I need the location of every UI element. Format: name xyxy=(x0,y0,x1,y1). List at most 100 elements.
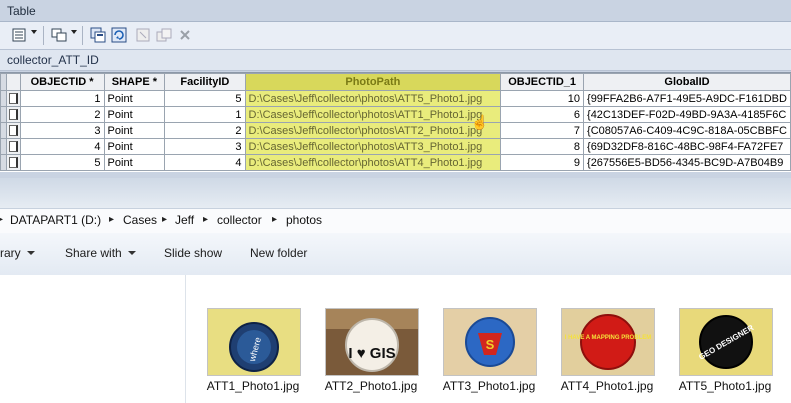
chevron-down-icon xyxy=(127,251,136,255)
share-with-button[interactable]: Share with xyxy=(65,246,136,260)
explorer-command-bar: rary Share with Slide show New folder xyxy=(0,233,791,276)
navigation-pane[interactable] xyxy=(0,275,186,403)
zoom-selected-icon[interactable] xyxy=(155,26,173,44)
cell-shape[interactable]: Point xyxy=(103,106,166,123)
badge-text: I HAVE A MAPPING PROBLEM xyxy=(565,335,651,341)
breadcrumb-item-cases[interactable]: Cases xyxy=(123,213,157,227)
include-in-library-label: rary xyxy=(0,246,21,260)
breadcrumb-arrow-icon[interactable]: ▸ xyxy=(109,214,114,225)
switch-selection-icon[interactable] xyxy=(110,26,128,44)
cell-objectid-1[interactable]: 7 xyxy=(500,122,585,139)
breadcrumb-item-jeff[interactable]: Jeff xyxy=(175,213,194,227)
clear-selection-icon[interactable] xyxy=(134,26,152,44)
cell-facilityid[interactable]: 5 xyxy=(164,90,246,107)
table-row[interactable]: 4 Point 3 D:\Cases\Jeff\collector\photos… xyxy=(0,138,791,155)
cell-photopath[interactable]: D:\Cases\Jeff\collector\photos\ATT4_Phot… xyxy=(244,154,502,171)
cell-objectid-1[interactable]: 9 xyxy=(500,154,585,171)
breadcrumb[interactable]: ▸ DATAPART1 (D:) ▸ Cases ▸ Jeff ▸ collec… xyxy=(0,208,791,234)
breadcrumb-arrow-icon[interactable]: ▸ xyxy=(0,214,3,225)
cell-photopath[interactable]: D:\Cases\Jeff\collector\photos\ATT3_Phot… xyxy=(244,138,502,155)
cell-photopath[interactable]: D:\Cases\Jeff\collector\photos\ATT5_Phot… xyxy=(244,90,502,107)
file-thumbnail[interactable]: I ♥ GIS xyxy=(325,308,419,376)
cell-shape[interactable]: Point xyxy=(103,138,166,155)
cell-facilityid[interactable]: 4 xyxy=(164,154,246,171)
toolbar-separator xyxy=(43,26,44,45)
include-in-library-button[interactable]: rary xyxy=(0,246,35,260)
file-thumbnail[interactable]: GEO DESIGNER xyxy=(679,308,773,376)
cell-globalid[interactable]: {C08057A6-C409-4C9C-818A-05CBBFC xyxy=(583,122,791,139)
cell-objectid[interactable]: 3 xyxy=(19,122,105,139)
related-tables-icon[interactable] xyxy=(50,26,68,44)
new-folder-button[interactable]: New folder xyxy=(250,246,307,260)
cell-objectid[interactable]: 1 xyxy=(19,90,105,107)
cell-globalid[interactable]: {42C13DEF-F02D-49BD-9A3A-4185F6C xyxy=(583,106,791,123)
toolbar-separator xyxy=(82,26,83,45)
explorer-top-band xyxy=(0,178,791,208)
breadcrumb-arrow-icon[interactable]: ▸ xyxy=(272,214,277,225)
table-window-title: Table xyxy=(7,4,36,18)
row-selector[interactable] xyxy=(6,90,21,107)
file-thumbnail[interactable]: I HAVE A MAPPING PROBLEM xyxy=(561,308,655,376)
mouse-cursor-icon: ☝ xyxy=(471,114,489,130)
cell-globalid[interactable]: {69D32DF8-816C-48BC-98F4-FA72FE7 xyxy=(583,138,791,155)
cell-objectid-1[interactable]: 8 xyxy=(500,138,585,155)
table-window-titlebar[interactable]: Table xyxy=(0,0,791,22)
cell-facilityid[interactable]: 3 xyxy=(164,138,246,155)
cell-objectid[interactable]: 4 xyxy=(19,138,105,155)
cell-shape[interactable]: Point xyxy=(103,122,166,139)
column-header-objectid-1[interactable]: OBJECTID_1 xyxy=(500,73,585,91)
slide-show-button[interactable]: Slide show xyxy=(164,246,222,260)
breadcrumb-item-collector[interactable]: collector xyxy=(217,213,262,227)
attribute-table: OBJECTID * SHAPE * FacilityID PhotoPath … xyxy=(0,72,791,173)
table-row[interactable]: 2 Point 1 D:\Cases\Jeff\collector\photos… xyxy=(0,106,791,123)
cell-shape[interactable]: Point xyxy=(103,154,166,171)
table-name: collector_ATT_ID xyxy=(7,53,99,67)
cell-globalid[interactable]: {267556E5-BD56-4345-BC9D-A7B04B9 xyxy=(583,154,791,171)
row-selector[interactable] xyxy=(6,106,21,123)
column-header-photopath[interactable]: PhotoPath xyxy=(244,73,502,91)
table-row[interactable]: 1 Point 5 D:\Cases\Jeff\collector\photos… xyxy=(0,90,791,107)
related-tables-caret-icon[interactable] xyxy=(71,30,77,34)
badge-text: I ♥ GIS xyxy=(348,345,395,362)
table-row[interactable]: 3 Point 2 D:\Cases\Jeff\collector\photos… xyxy=(0,122,791,139)
file-name[interactable]: ATT1_Photo1.jpg xyxy=(198,379,308,393)
file-name[interactable]: ATT3_Photo1.jpg xyxy=(434,379,544,393)
cell-objectid-1[interactable]: 10 xyxy=(500,90,585,107)
column-header-facilityid[interactable]: FacilityID xyxy=(164,73,246,91)
cell-facilityid[interactable]: 2 xyxy=(164,122,246,139)
file-name[interactable]: ATT5_Photo1.jpg xyxy=(670,379,780,393)
breadcrumb-arrow-icon[interactable]: ▸ xyxy=(203,214,208,225)
cell-facilityid[interactable]: 1 xyxy=(164,106,246,123)
table-name-bar: collector_ATT_ID xyxy=(0,50,791,71)
file-name[interactable]: ATT4_Photo1.jpg xyxy=(552,379,662,393)
cell-photopath[interactable]: D:\Cases\Jeff\collector\photos\ATT1_Phot… xyxy=(244,106,502,123)
table-options-icon[interactable] xyxy=(10,26,28,44)
table-options-caret-icon[interactable] xyxy=(31,30,37,34)
column-header-objectid[interactable]: OBJECTID * xyxy=(19,73,105,91)
select-by-attributes-icon[interactable] xyxy=(89,26,107,44)
cell-globalid[interactable]: {99FFA2B6-A7F1-49E5-A9DC-F161DBD xyxy=(583,90,791,107)
cell-photopath[interactable]: D:\Cases\Jeff\collector\photos\ATT2_Phot… xyxy=(244,122,502,139)
table-row[interactable]: 5 Point 4 D:\Cases\Jeff\collector\photos… xyxy=(0,154,791,171)
cell-objectid[interactable]: 2 xyxy=(19,106,105,123)
row-selector[interactable] xyxy=(6,122,21,139)
column-header-shape[interactable]: SHAPE * xyxy=(103,73,166,91)
table-toolbar xyxy=(0,22,791,50)
file-thumbnail[interactable]: where xyxy=(207,308,301,376)
column-header-globalid[interactable]: GlobalID xyxy=(583,73,791,91)
breadcrumb-item-photos[interactable]: photos xyxy=(286,213,322,227)
breadcrumb-arrow-icon[interactable]: ▸ xyxy=(162,214,167,225)
delete-selected-icon[interactable] xyxy=(176,26,194,44)
cell-objectid-1[interactable]: 6 xyxy=(500,106,585,123)
breadcrumb-item-drive[interactable]: DATAPART1 (D:) xyxy=(10,213,101,227)
select-all-cell[interactable] xyxy=(6,73,21,91)
row-selector[interactable] xyxy=(6,138,21,155)
file-name[interactable]: ATT2_Photo1.jpg xyxy=(316,379,426,393)
chevron-down-icon xyxy=(26,251,35,255)
cell-objectid[interactable]: 5 xyxy=(19,154,105,171)
table-window: Table collector_ATT_ID OBJECTID * SHAPE … xyxy=(0,0,791,178)
file-thumbnail[interactable]: S xyxy=(443,308,537,376)
row-selector[interactable] xyxy=(6,154,21,171)
file-view: where ATT1_Photo1.jpg I ♥ GIS ATT2_Photo… xyxy=(186,275,791,403)
cell-shape[interactable]: Point xyxy=(103,90,166,107)
